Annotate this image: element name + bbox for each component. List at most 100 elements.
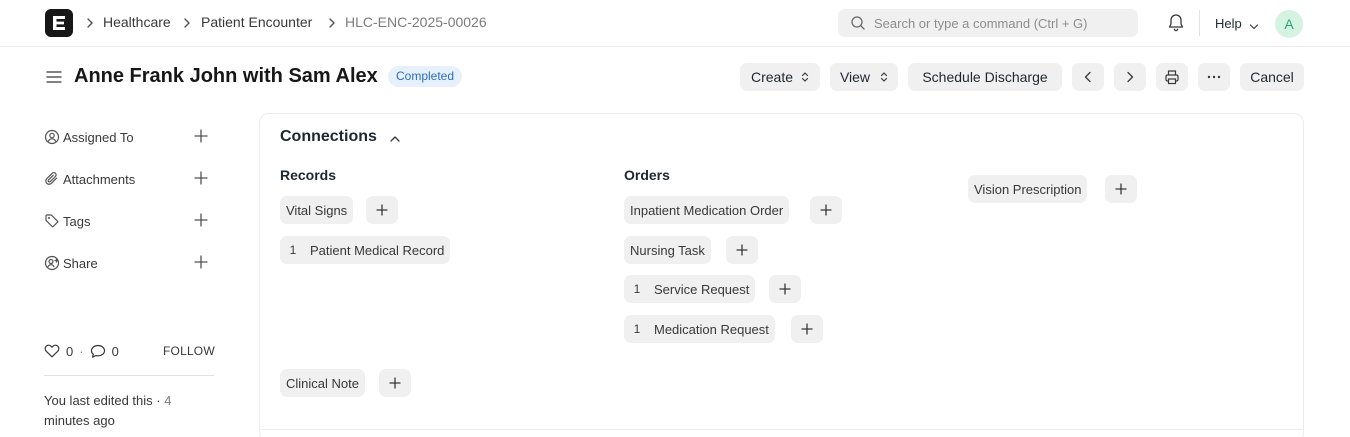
doc-link-medication-request[interactable]: 1 Medication Request <box>624 315 775 343</box>
doc-label: Nursing Task <box>630 242 705 258</box>
sidebar-item-attachments[interactable]: Attachments <box>44 169 214 189</box>
connections-title[interactable]: Connections <box>280 128 377 146</box>
doc-label: Service Request <box>654 281 750 297</box>
breadcrumb-healthcare[interactable]: Healthcare <box>103 14 171 30</box>
tag-icon <box>44 213 60 232</box>
comment-icon[interactable] <box>90 344 106 359</box>
plus-icon <box>389 377 401 389</box>
more-button[interactable] <box>1198 63 1230 91</box>
doc-label: Vital Signs <box>286 202 348 218</box>
printer-icon <box>1164 69 1180 85</box>
breadcrumb-patient-encounter[interactable]: Patient Encounter <box>201 14 312 30</box>
status-badge: Completed <box>388 66 463 87</box>
bell-icon[interactable] <box>1167 13 1185 36</box>
card-divider <box>259 429 1304 430</box>
create-button-label: Create <box>750 69 794 85</box>
plus-icon[interactable] <box>194 255 208 272</box>
view-button[interactable]: View <box>830 63 898 91</box>
add-vision-prescription-button[interactable] <box>1105 175 1137 203</box>
app-logo[interactable] <box>45 9 73 37</box>
doc-link-vital-signs[interactable]: Vital Signs <box>280 196 354 224</box>
page-title: Anne Frank John with Sam Alex <box>74 65 378 87</box>
add-service-request-button[interactable] <box>769 275 801 303</box>
plus-icon <box>736 244 748 256</box>
search-icon <box>850 15 866 34</box>
logo-e-icon <box>53 16 65 30</box>
edited-prefix: You last edited this · <box>44 393 165 408</box>
view-button-label: View <box>839 69 871 85</box>
add-medication-request-button[interactable] <box>791 315 823 343</box>
doc-count: 1 <box>633 322 641 336</box>
separator-dot: · <box>79 343 84 359</box>
cancel-button[interactable]: Cancel <box>1240 63 1304 91</box>
plus-icon <box>820 204 832 216</box>
navbar-divider <box>1199 10 1200 36</box>
sidebar-item-label: Assigned To <box>63 130 134 145</box>
chevron-right-icon <box>1125 71 1135 83</box>
doc-link-inpatient-medication-order[interactable]: Inpatient Medication Order <box>624 196 790 224</box>
chevron-left-icon <box>1083 71 1093 83</box>
assign-icon <box>44 129 60 148</box>
edited-time: 4 <box>164 393 172 408</box>
navbar: Healthcare Patient Encounter HLC-ENC-202… <box>0 0 1350 47</box>
plus-icon[interactable] <box>194 171 208 188</box>
doc-label: Vision Prescription <box>974 181 1082 197</box>
doc-link-patient-medical-record[interactable]: 1 Patient Medical Record <box>280 236 451 264</box>
schedule-discharge-button[interactable]: Schedule Discharge <box>908 63 1062 91</box>
records-group-title: Records <box>280 167 337 183</box>
cancel-button-label: Cancel <box>1250 69 1294 85</box>
doc-link-nursing-task[interactable]: Nursing Task <box>624 236 711 264</box>
chevron-up-icon[interactable] <box>389 132 401 147</box>
paperclip-icon <box>44 171 60 190</box>
breadcrumb-current[interactable]: HLC-ENC-2025-00026 <box>345 14 487 30</box>
add-vital-signs-button[interactable] <box>366 196 398 224</box>
plus-icon <box>376 204 388 216</box>
doc-link-clinical-note[interactable]: Clinical Note <box>280 369 365 397</box>
doc-link-service-request[interactable]: 1 Service Request <box>624 275 756 303</box>
chevron-down-icon[interactable] <box>1249 19 1259 34</box>
chevron-right-icon <box>181 13 193 33</box>
plus-icon[interactable] <box>194 129 208 146</box>
sidebar-divider <box>44 375 214 376</box>
plus-icon <box>1115 183 1127 195</box>
plus-icon[interactable] <box>194 213 208 230</box>
edited-suffix: minutes ago <box>44 413 115 428</box>
sidebar-item-assigned-to[interactable]: Assigned To <box>44 127 214 147</box>
share-icon <box>44 255 60 274</box>
select-arrows-icon <box>801 71 809 83</box>
sidebar-item-tags[interactable]: Tags <box>44 211 214 231</box>
search-placeholder: Search or type a command (Ctrl + G) <box>874 16 1088 31</box>
help-menu[interactable]: Help <box>1215 16 1242 31</box>
search-bar[interactable]: Search or type a command (Ctrl + G) <box>838 9 1138 37</box>
add-inpatient-medication-order-button[interactable] <box>810 196 842 224</box>
plus-icon <box>801 323 813 335</box>
doc-label: Inpatient Medication Order <box>630 202 784 218</box>
comment-count: 0 <box>111 343 119 359</box>
print-button[interactable] <box>1156 63 1188 91</box>
chevron-right-icon <box>84 13 96 33</box>
avatar[interactable]: A <box>1275 10 1303 38</box>
doc-link-vision-prescription[interactable]: Vision Prescription <box>968 175 1088 203</box>
create-button[interactable]: Create <box>740 63 820 91</box>
orders-group-title: Orders <box>624 167 670 183</box>
last-edited-info: You last edited this · 4 minutes ago <box>44 391 204 431</box>
schedule-discharge-label: Schedule Discharge <box>922 69 1048 85</box>
sidebar-item-share[interactable]: Share <box>44 253 214 273</box>
more-dots-icon <box>1207 75 1221 79</box>
plus-icon <box>779 283 791 295</box>
add-nursing-task-button[interactable] <box>726 236 758 264</box>
follow-button[interactable]: FOLLOW <box>163 344 215 358</box>
doc-label: Clinical Note <box>286 375 359 391</box>
previous-button[interactable] <box>1072 63 1104 91</box>
chevron-right-icon <box>326 13 338 33</box>
add-clinical-note-button[interactable] <box>379 369 411 397</box>
doc-label: Patient Medical Record <box>310 242 445 258</box>
doc-count: 1 <box>633 282 641 296</box>
sidebar-item-label: Share <box>63 256 98 271</box>
heart-icon[interactable] <box>44 344 60 358</box>
like-comment-counter: 0 · 0 <box>44 343 119 359</box>
menu-icon[interactable] <box>46 69 62 88</box>
next-button[interactable] <box>1114 63 1146 91</box>
sidebar-item-label: Tags <box>63 214 91 229</box>
doc-count: 1 <box>289 243 297 257</box>
